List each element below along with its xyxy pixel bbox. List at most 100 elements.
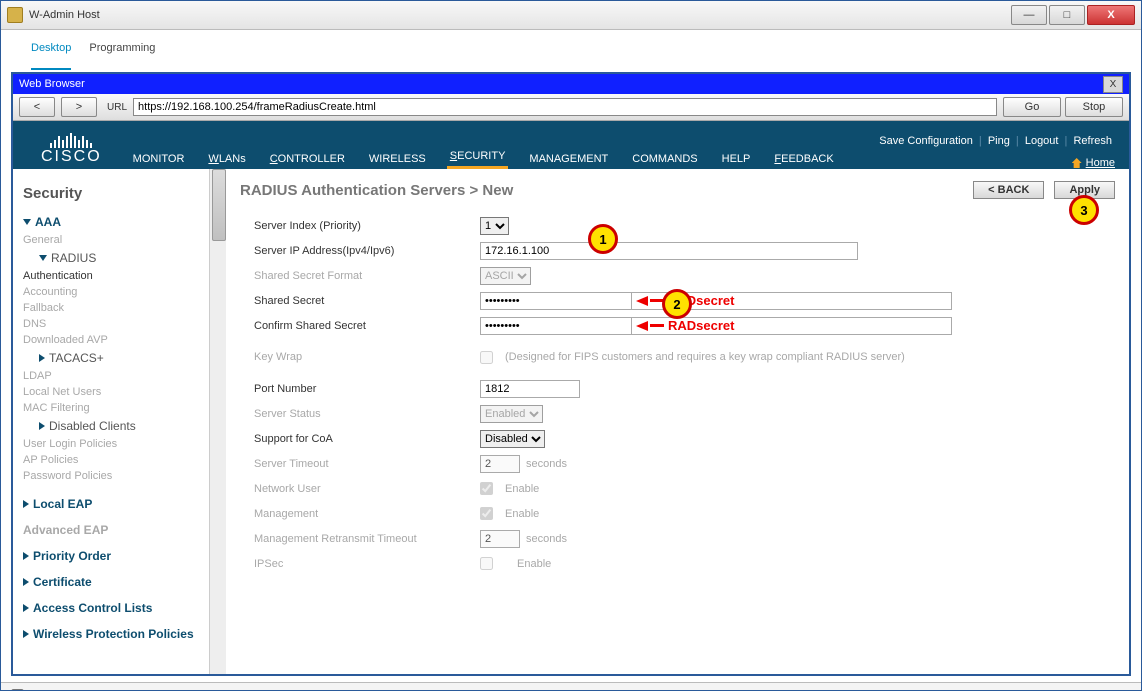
sidebar-item-certificate[interactable]: Certificate (23, 572, 205, 592)
note-key-wrap: (Designed for FIPS customers and require… (505, 351, 905, 363)
nav-wlans[interactable]: WLANs (205, 149, 248, 169)
checkbox-ipsec (480, 557, 493, 570)
stop-button[interactable]: Stop (1065, 97, 1123, 117)
label-server-timeout: Server Timeout (254, 458, 480, 470)
main-nav: MONITOR WLANs CONTROLLER WIRELESS SECURI… (124, 147, 1129, 169)
sidebar-item-disabled-clients[interactable]: Disabled Clients (23, 416, 205, 436)
forward-button[interactable]: > (61, 97, 97, 117)
home-icon (1072, 158, 1082, 168)
sidebar-item-dns[interactable]: DNS (23, 316, 205, 332)
cisco-logo: CISCO (13, 133, 124, 169)
unit-seconds-2: seconds (526, 533, 567, 545)
input-server-timeout (480, 455, 520, 473)
sidebar-item-downloaded-avp[interactable]: Downloaded AVP (23, 332, 205, 348)
main-panel: RADIUS Authentication Servers > New < BA… (226, 169, 1129, 674)
input-server-ip[interactable] (480, 242, 858, 260)
select-support-coa[interactable]: Disabled (480, 430, 545, 448)
checkbox-key-wrap (480, 351, 493, 364)
sidebar-item-aaa[interactable]: AAA (23, 212, 205, 232)
chevron-right-icon (39, 422, 45, 430)
input-mgmt-retransmit-timeout (480, 530, 520, 548)
sidebar-item-wireless-protection-policies[interactable]: Wireless Protection Policies (23, 624, 205, 644)
nav-management[interactable]: MANAGEMENT (526, 149, 611, 169)
tab-programming[interactable]: Programming (89, 42, 155, 70)
select-server-index[interactable]: 1 (480, 217, 509, 235)
link-save-configuration[interactable]: Save Configuration (879, 135, 973, 147)
sidebar-item-accounting[interactable]: Accounting (23, 284, 205, 300)
label-enable-3: Enable (517, 558, 551, 570)
nav-monitor[interactable]: MONITOR (130, 149, 188, 169)
browser-close-button[interactable]: X (1103, 76, 1123, 93)
select-server-status: Enabled (480, 405, 543, 423)
window-minimize-button[interactable]: — (1011, 5, 1047, 25)
nav-home[interactable]: Home (1072, 157, 1129, 169)
browser-toolbar: < > URL Go Stop (13, 94, 1129, 121)
callout-2: 2 (662, 289, 692, 319)
chevron-right-icon (23, 578, 29, 586)
window-title: W-Admin Host (29, 9, 100, 21)
sidebar-item-general[interactable]: General (23, 232, 205, 248)
sidebar-item-user-login-policies[interactable]: User Login Policies (23, 436, 205, 452)
chevron-right-icon (23, 552, 29, 560)
web-browser-frame: Web Browser X < > URL Go Stop CISCO (11, 72, 1131, 676)
unit-seconds-1: seconds (526, 458, 567, 470)
sidebar-item-password-policies[interactable]: Password Policies (23, 468, 205, 484)
window-frame: W-Admin Host — □ X Desktop Programming W… (0, 0, 1142, 691)
sidebar-item-mac-filtering[interactable]: MAC Filtering (23, 400, 205, 416)
cisco-banner: CISCO Save Configuration | Ping | Logout… (13, 121, 1129, 169)
app-icon (7, 7, 23, 23)
link-logout[interactable]: Logout (1025, 135, 1059, 147)
sidebar-item-ldap[interactable]: LDAP (23, 368, 205, 384)
sidebar-item-priority-order[interactable]: Priority Order (23, 546, 205, 566)
sidebar-item-access-control-lists[interactable]: Access Control Lists (23, 598, 205, 618)
url-input[interactable] (133, 98, 997, 116)
sidebar-item-ap-policies[interactable]: AP Policies (23, 452, 205, 468)
window-maximize-button[interactable]: □ (1049, 5, 1085, 25)
window-titlebar: W-Admin Host — □ X (1, 1, 1141, 30)
back-button[interactable]: < (19, 97, 55, 117)
label-enable-1: Enable (505, 483, 539, 495)
tab-desktop[interactable]: Desktop (31, 42, 71, 70)
nav-controller[interactable]: CONTROLLER (267, 149, 348, 169)
chevron-right-icon (23, 500, 29, 508)
nav-feedback[interactable]: FEEDBACK (771, 149, 836, 169)
input-confirm-secret[interactable] (480, 317, 632, 335)
window-close-button[interactable]: X (1087, 5, 1135, 25)
sidebar-item-authentication[interactable]: Authentication (23, 268, 205, 284)
nav-commands[interactable]: COMMANDS (629, 149, 700, 169)
label-confirm-secret: Confirm Shared Secret (254, 320, 480, 332)
annotation-arrow-2: RADsecret (636, 318, 734, 333)
link-refresh[interactable]: Refresh (1073, 135, 1112, 147)
sidebar-item-fallback[interactable]: Fallback (23, 300, 205, 316)
sidebar-item-radius[interactable]: RADIUS (23, 248, 205, 268)
sidebar-title: Security (23, 185, 205, 202)
nav-security[interactable]: SECURITY (447, 146, 509, 169)
callout-3: 3 (1069, 195, 1099, 225)
select-secret-format: ASCII (480, 267, 531, 285)
sidebar-item-local-net-users[interactable]: Local Net Users (23, 384, 205, 400)
chevron-right-icon (23, 604, 29, 612)
sidebar-item-tacacs[interactable]: TACACS+ (23, 348, 205, 368)
input-shared-secret[interactable] (480, 292, 632, 310)
go-button[interactable]: Go (1003, 97, 1061, 117)
nav-wireless[interactable]: WIRELESS (366, 149, 429, 169)
cisco-logo-icon (50, 133, 92, 148)
label-network-user: Network User (254, 483, 480, 495)
back-page-button[interactable]: < BACK (973, 181, 1044, 199)
host-tabs: Desktop Programming (1, 30, 1141, 70)
sidebar-item-local-eap[interactable]: Local EAP (23, 494, 205, 514)
chevron-right-icon (39, 354, 45, 362)
chevron-down-icon (23, 219, 31, 225)
sidebar-scrollbar[interactable] (209, 169, 226, 674)
link-ping[interactable]: Ping (988, 135, 1010, 147)
label-server-status: Server Status (254, 408, 480, 420)
url-label: URL (107, 102, 127, 113)
input-port-number[interactable] (480, 380, 580, 398)
label-mgmt-retransmit-timeout: Management Retransmit Timeout (254, 533, 480, 545)
scrollbar-thumb[interactable] (212, 169, 226, 241)
label-support-coa: Support for CoA (254, 433, 480, 445)
label-server-ip: Server IP Address(Ipv4/Ipv6) (254, 245, 480, 257)
sidebar-item-advanced-eap[interactable]: Advanced EAP (23, 520, 205, 540)
checkbox-network-user (480, 482, 493, 495)
nav-help[interactable]: HELP (719, 149, 754, 169)
